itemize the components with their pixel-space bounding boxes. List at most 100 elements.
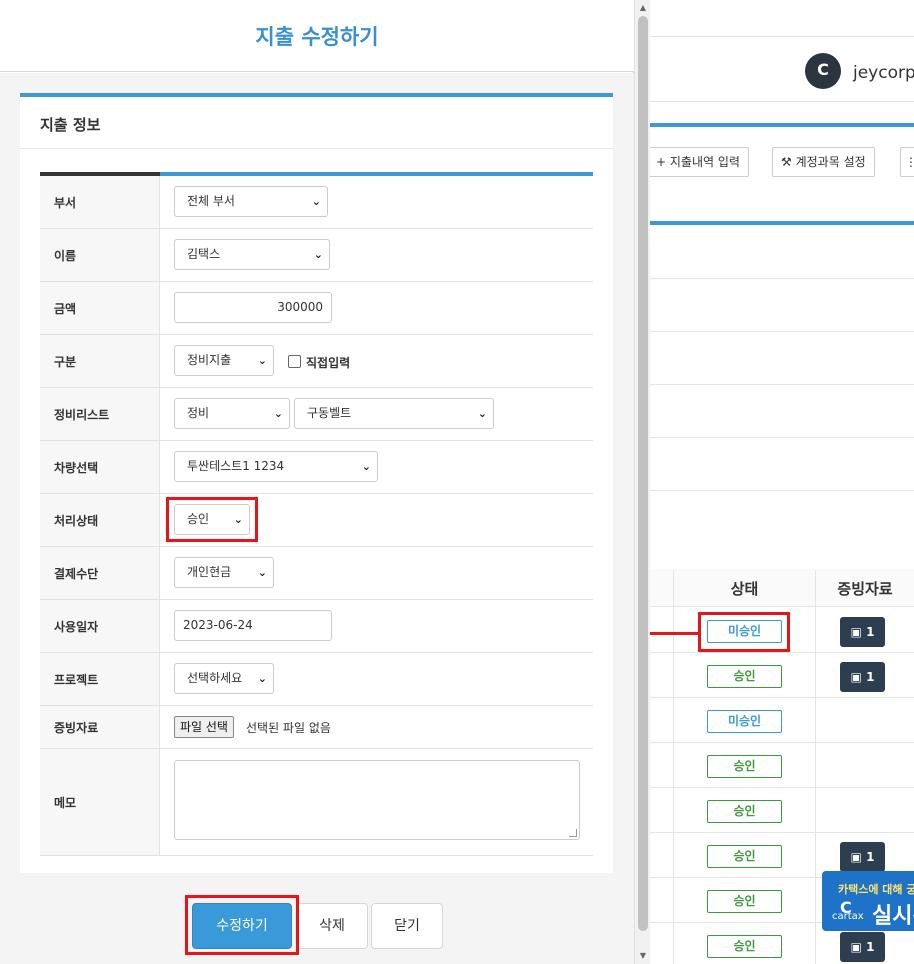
scroll-up-icon[interactable]: ▲: [635, 0, 651, 16]
maintenance-row: 정비리스트 정비 ⌄ 구동벨트 ⌄: [40, 388, 593, 441]
date-input[interactable]: 2023-06-24: [174, 610, 332, 641]
vehicle-select[interactable]: 투싼테스트1 1234 ⌄: [174, 451, 378, 482]
status-badge[interactable]: 승인: [707, 890, 782, 913]
department-row: 부서 전체 부서 ⌄: [40, 176, 593, 229]
vehicle-row: 차량선택 투싼테스트1 1234 ⌄: [40, 441, 593, 494]
status-badge[interactable]: 승인: [707, 800, 782, 823]
project-select[interactable]: 선택하세요 ⌄: [174, 663, 274, 694]
cartax-logo-icon: C: [805, 53, 841, 89]
scroll-down-icon[interactable]: ▼: [635, 948, 651, 964]
table-row[interactable]: [650, 788, 914, 833]
close-button[interactable]: 닫기: [371, 903, 443, 949]
more-toolbar-button[interactable]: ⋮: [900, 147, 914, 177]
memo-label: 메모: [40, 749, 160, 855]
name-label: 이름: [40, 229, 160, 281]
divider: [650, 278, 914, 279]
status-badge[interactable]: 승인: [707, 935, 782, 958]
modal-header: 지출 수정하기: [0, 0, 634, 72]
date-label: 사용일자: [40, 600, 160, 652]
amount-row: 금액 300000: [40, 282, 593, 335]
memo-row: 메모: [40, 749, 593, 856]
chevron-down-icon: ⌄: [257, 672, 267, 685]
hammer-icon: ⚒: [781, 155, 792, 169]
evidence-button[interactable]: ▣ 1: [840, 842, 885, 872]
name-select[interactable]: 김택스 ⌄: [174, 239, 330, 270]
divider: [650, 490, 914, 491]
file-select-button[interactable]: 파일 선택: [174, 716, 234, 738]
memo-textarea[interactable]: [174, 760, 580, 840]
evidence-label: 증빙자료: [40, 706, 160, 748]
status-column-header: 상태: [730, 580, 759, 598]
scroll-thumb[interactable]: [638, 16, 648, 931]
account-settings-button[interactable]: ⚒ 계정과목 설정: [772, 147, 875, 177]
chevron-down-icon: ⌄: [257, 566, 267, 579]
amount-input[interactable]: 300000: [174, 292, 332, 323]
modal-title: 지출 수정하기: [255, 25, 379, 49]
evidence-column-header: 증빙자료: [837, 580, 893, 598]
category-label: 구분: [40, 335, 160, 387]
resize-grip-icon[interactable]: [569, 829, 577, 837]
section-top-border: [650, 123, 914, 127]
status-row: 처리상태 승인 ⌄: [40, 494, 593, 547]
payment-select[interactable]: 개인현금 ⌄: [174, 557, 274, 588]
account-settings-label: 계정과목 설정: [795, 155, 866, 169]
divider: [650, 331, 914, 332]
maintenance-item-select[interactable]: 구동벨트 ⌄: [294, 398, 494, 429]
user-name[interactable]: jeycorp님: [853, 58, 914, 83]
chat-ad-banner[interactable]: 카택스에 대해 궁 C cartax 실시간: [822, 871, 914, 931]
category-select[interactable]: 정비지출 ⌄: [174, 345, 274, 376]
delete-button[interactable]: 삭제: [296, 903, 368, 949]
status-badge[interactable]: 미승인: [707, 710, 782, 733]
chevron-down-icon: ⌄: [313, 248, 323, 261]
chevron-down-icon: ⌄: [273, 407, 283, 420]
status-badge[interactable]: 승인: [707, 755, 782, 778]
panel-title: 지출 정보: [40, 116, 101, 134]
vehicle-label: 차량선택: [40, 441, 160, 493]
evidence-row: 증빙자료 파일 선택 선택된 파일 없음: [40, 706, 593, 749]
image-icon: ▣: [850, 940, 862, 954]
category-row: 구분 정비지출 ⌄ 직접입력: [40, 335, 593, 388]
direct-input-label: 직접입력: [306, 356, 351, 370]
ad-big-text: 실시간: [872, 904, 914, 929]
status-select[interactable]: 승인 ⌄: [174, 504, 250, 535]
image-icon: ▣: [850, 625, 862, 639]
chevron-down-icon: ⌄: [361, 460, 371, 473]
name-row: 이름 김택스 ⌄: [40, 229, 593, 282]
divider: [650, 437, 914, 438]
file-status-text: 선택된 파일 없음: [246, 721, 331, 735]
modal-scrollbar[interactable]: ▲ ▼: [634, 0, 650, 964]
ad-question-text: 카택스에 대해 궁: [838, 883, 914, 896]
panel-heading: 지출 정보: [20, 97, 613, 149]
chevron-down-icon: ⌄: [233, 513, 243, 526]
edit-expense-modal: 지출 수정하기 지출 정보 부서 전체 부서 ⌄ 이름 김택스 ⌄ 금액 300…: [0, 0, 634, 964]
department-label: 부서: [40, 176, 160, 228]
save-button[interactable]: 수정하기: [192, 903, 292, 949]
department-select[interactable]: 전체 부서 ⌄: [174, 186, 328, 217]
add-expense-button[interactable]: + 지출내역 입력: [648, 147, 749, 177]
project-row: 프로젝트 선택하세요 ⌄: [40, 653, 593, 706]
maintenance-type-select[interactable]: 정비 ⌄: [174, 398, 290, 429]
status-badge[interactable]: 미승인: [707, 620, 782, 643]
list-top-border: [650, 221, 914, 225]
chevron-down-icon: ⌄: [311, 195, 321, 208]
payment-label: 결제수단: [40, 547, 160, 599]
status-badge[interactable]: 승인: [707, 845, 782, 868]
direct-input-checkbox[interactable]: [288, 355, 301, 368]
evidence-button[interactable]: ▣ 1: [840, 932, 885, 962]
table-row[interactable]: [650, 698, 914, 743]
table-row[interactable]: [650, 743, 914, 788]
evidence-button[interactable]: ▣ 1: [840, 617, 885, 647]
status-badge[interactable]: 승인: [707, 665, 782, 688]
expense-info-panel: 지출 정보 부서 전체 부서 ⌄ 이름 김택스 ⌄ 금액 300000 구분 정…: [20, 93, 613, 873]
image-icon: ▣: [850, 850, 862, 864]
ad-brand: cartax: [832, 911, 864, 922]
evidence-button[interactable]: ▣ 1: [840, 662, 885, 692]
project-label: 프로젝트: [40, 653, 160, 705]
payment-row: 결제수단 개인현금 ⌄: [40, 547, 593, 600]
date-row: 사용일자 2023-06-24: [40, 600, 593, 653]
image-icon: ▣: [850, 670, 862, 684]
status-label: 처리상태: [40, 494, 160, 546]
chevron-down-icon: ⌄: [257, 354, 267, 367]
chevron-down-icon: ⌄: [477, 407, 487, 420]
divider: [650, 384, 914, 385]
